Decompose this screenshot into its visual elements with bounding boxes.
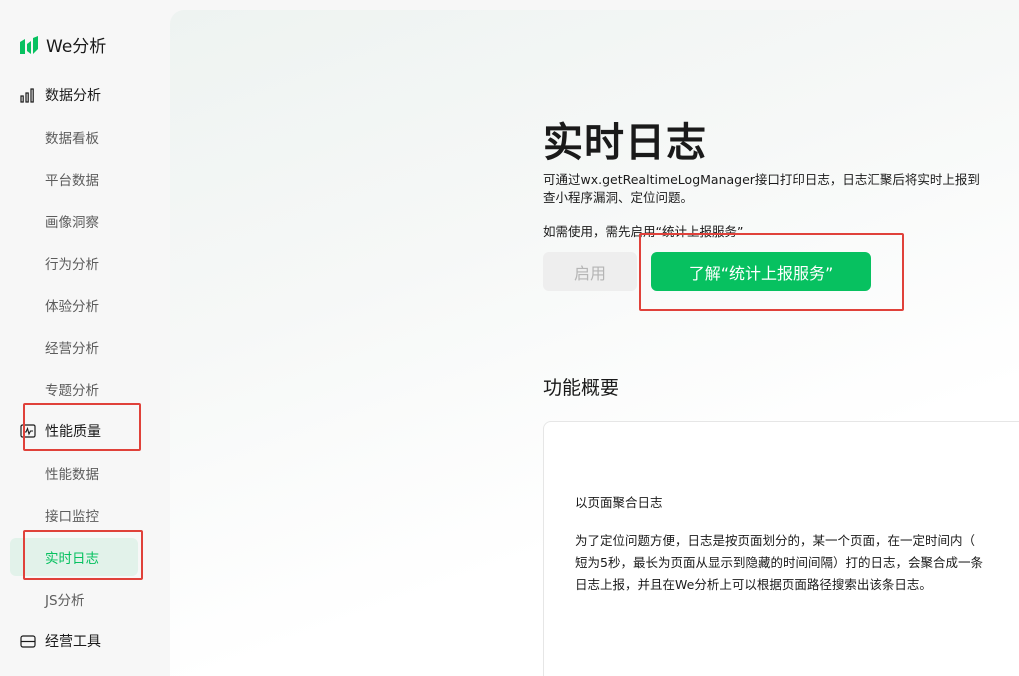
monitor-pulse-icon [20,423,36,439]
card-body-line: 日志上报，并且在We分析上可以根据页面路径搜索出该条日志。 [575,577,932,592]
description-line-1: 可通过wx.getRealtimeLogManager接口打印日志，日志汇聚后将… [543,172,980,187]
section-title-overview: 功能概要 [543,377,620,399]
nav-group-business-tools[interactable]: 经营工具 [0,624,170,658]
learn-stats-service-button[interactable]: 了解“统计上报服务” [651,252,871,291]
sidebar-item-realtime-log[interactable]: 实时日志 [10,538,138,576]
card-body-line: 为了定位问题方便，日志是按页面划分的，某一个页面，在一定时间内（ [575,533,976,548]
app-logo[interactable]: We分析 [18,32,106,57]
sidebar: We分析 数据分析 数据看板 平台数据 画像洞察 行为分析 体验分析 经营分析 … [0,0,170,676]
page-title: 实时日志 [543,120,707,166]
card-body: 为了定位问题方便，日志是按页面划分的，某一个页面，在一定时间内（ 短为5秒，最长… [575,530,1019,596]
page-description: 可通过wx.getRealtimeLogManager接口打印日志，日志汇聚后将… [543,171,1019,207]
nav-group-performance-quality[interactable]: 性能质量 [0,414,170,448]
enable-note: 如需使用，需先启用“统计上报服务” [543,224,744,239]
tool-box-icon [20,633,36,649]
logo-text: We分析 [46,37,107,57]
sidebar-item-topic-analysis[interactable]: 专题分析 [0,372,170,406]
enable-button[interactable]: 启用 [543,252,637,291]
card-subtitle: 以页面聚合日志 [575,495,663,510]
nav-group-label: 数据分析 [45,88,101,104]
sidebar-item-js-analysis[interactable]: JS分析 [0,582,170,616]
sidebar-item-performance-data[interactable]: 性能数据 [0,456,170,490]
nav-group-label: 性能质量 [45,424,101,440]
sidebar-item-platform-data[interactable]: 平台数据 [0,162,170,196]
sidebar-item-portrait-insight[interactable]: 画像洞察 [0,204,170,238]
sidebar-item-dashboard[interactable]: 数据看板 [0,120,170,154]
sidebar-item-api-monitor[interactable]: 接口监控 [0,498,170,532]
sidebar-item-experience-analysis[interactable]: 体验分析 [0,288,170,322]
card-body-line: 短为5秒，最长为页面从显示到隐藏的时间间隔）打的日志，会聚合成一条 [575,555,983,570]
bar-chart-icon [20,87,36,103]
sidebar-item-business-analysis[interactable]: 经营分析 [0,330,170,364]
description-line-2: 查小程序漏洞、定位问题。 [543,190,694,205]
sidebar-item-behavior-analysis[interactable]: 行为分析 [0,246,170,280]
nav-group-label: 经营工具 [45,634,101,650]
nav-group-data-analysis[interactable]: 数据分析 [0,78,170,112]
we-analysis-logo-icon [20,35,38,54]
